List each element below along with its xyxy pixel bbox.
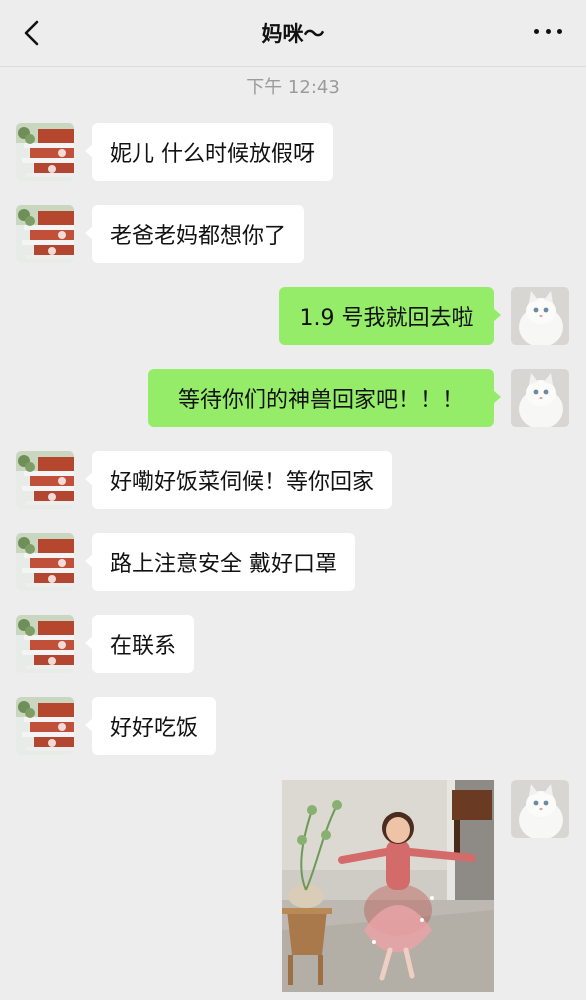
chat-title: 妈咪～ [261, 22, 325, 46]
self-avatar[interactable] [511, 287, 569, 345]
contact-avatar[interactable] [16, 533, 74, 591]
contact-avatar[interactable] [16, 205, 74, 263]
video-thumbnail[interactable] [282, 780, 494, 992]
message-timestamp: 下午 12:43 [246, 77, 340, 98]
self-avatar[interactable] [511, 780, 569, 838]
incoming-message-bubble[interactable]: 好好吃饭 [84, 697, 217, 755]
incoming-message-bubble[interactable]: 妮儿 什么时候放假呀 [85, 123, 333, 181]
cat-avatar-icon [511, 369, 569, 427]
self-avatar[interactable] [511, 369, 569, 427]
dancing-girl-image [282, 780, 494, 992]
cat-avatar-icon [511, 780, 569, 838]
pagoda-avatar-icon [16, 451, 74, 509]
pagoda-avatar-icon [16, 205, 74, 263]
pagoda-avatar-icon [16, 697, 74, 755]
contact-avatar[interactable] [16, 615, 74, 673]
incoming-message-bubble[interactable]: 路上注意安全 戴好口罩 [85, 533, 355, 591]
incoming-message-bubble[interactable]: 在联系 [84, 615, 195, 673]
cat-avatar-icon [511, 287, 569, 345]
incoming-message-bubble[interactable]: 老爸老妈都想你了 [84, 205, 305, 263]
outgoing-message-bubble[interactable]: 1.9 号我就回去啦 [279, 287, 501, 345]
chat-header: 妈咪～ [0, 0, 586, 67]
pagoda-avatar-icon [16, 533, 74, 591]
pagoda-avatar-icon [16, 123, 74, 181]
incoming-message-bubble[interactable]: 好嘞好饭菜伺候！等你回家 [84, 451, 393, 509]
outgoing-message-bubble[interactable]: 等待你们的神兽回家吧！！！ [148, 369, 501, 427]
more-dots-icon [534, 28, 539, 34]
contact-avatar[interactable] [16, 697, 74, 755]
pagoda-avatar-icon [16, 615, 74, 673]
more-button[interactable] [534, 24, 562, 38]
contact-avatar[interactable] [16, 123, 74, 181]
contact-avatar[interactable] [16, 451, 74, 509]
